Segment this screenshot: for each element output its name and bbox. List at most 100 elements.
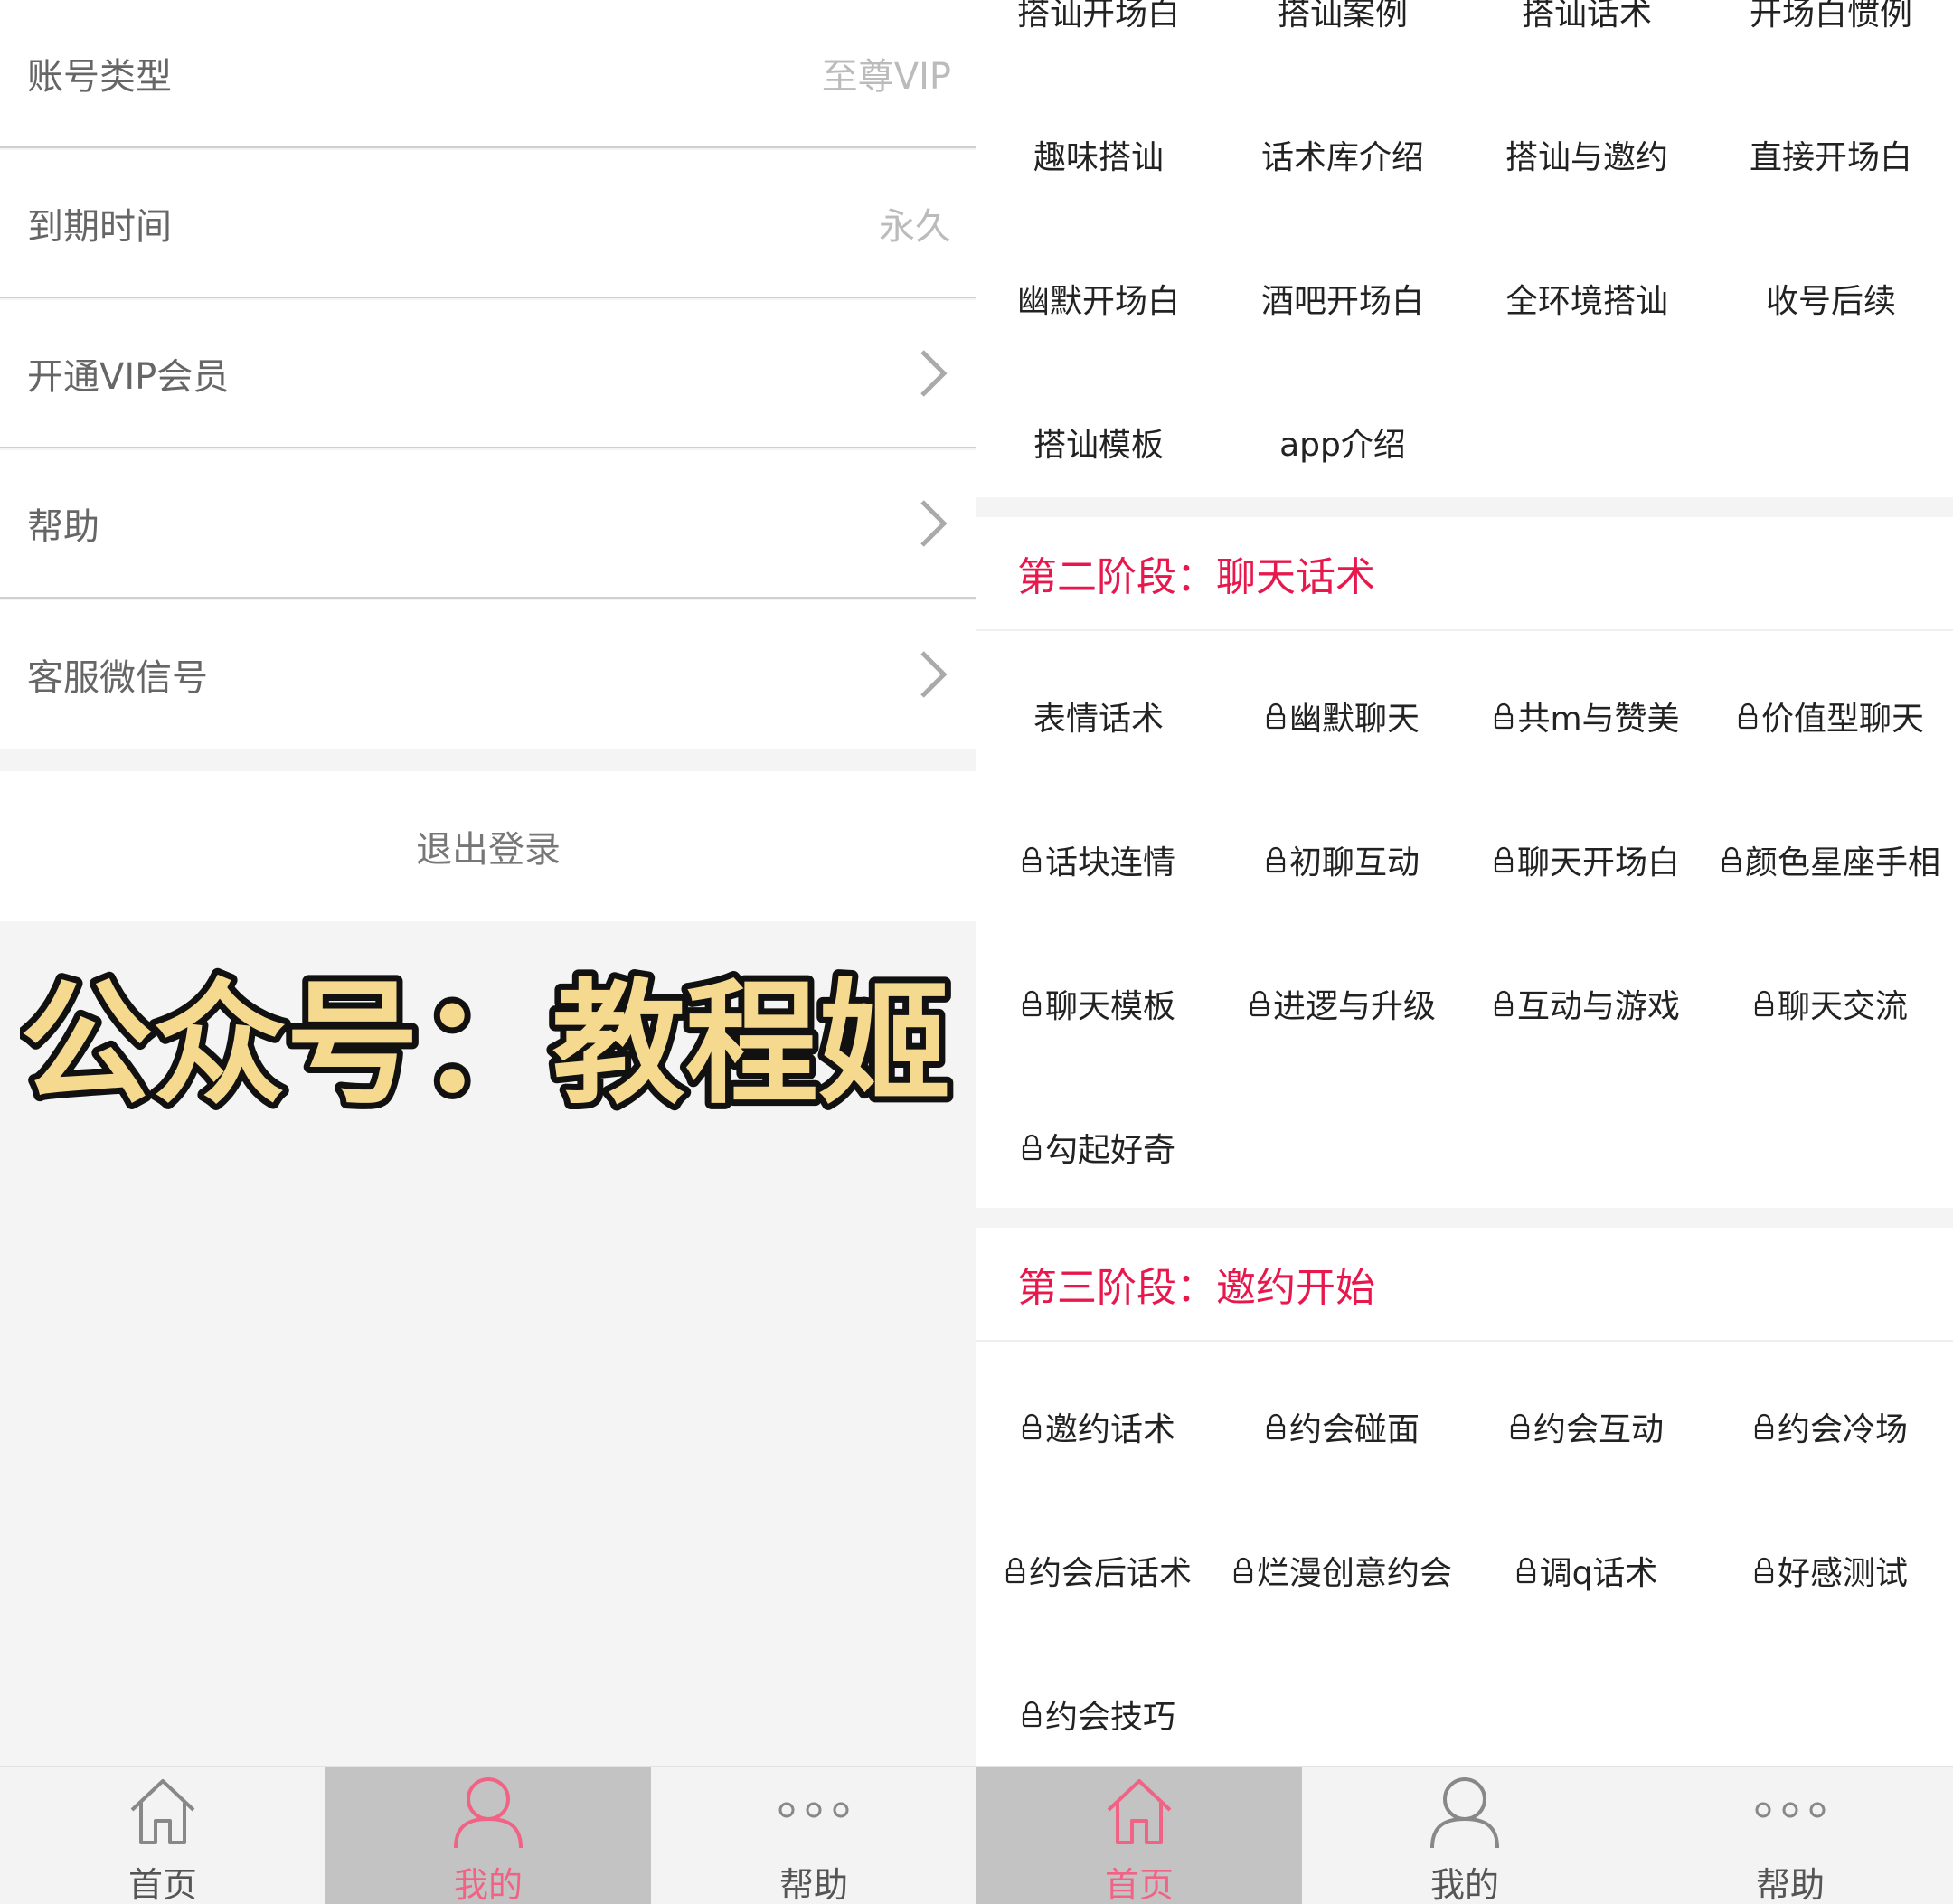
course-item-label: 聊天交流 (1777, 987, 1908, 1025)
open-vip-row[interactable]: 开通VIP会员 (0, 300, 976, 448)
expiry-value: 永久 (879, 206, 951, 248)
course-item-label: 话块连情 (1044, 844, 1175, 881)
course-item-label: 开场白惯例 (1749, 0, 1912, 33)
course-item[interactable]: 搭讪与邀约 (1465, 82, 1709, 226)
course-item-label: 互动与游戏 (1516, 987, 1680, 1025)
course-item[interactable]: 价值型聊天 (1709, 644, 1953, 787)
tab-help[interactable]: 帮助 (651, 1767, 976, 1904)
course-item[interactable]: 全环境搭讪 (1465, 226, 1709, 370)
lock-icon (1738, 702, 1758, 729)
course-item-label: 话术库介绍 (1260, 138, 1424, 176)
tab-mine[interactable]: 我的 (1302, 1767, 1628, 1904)
lock-icon (1233, 1557, 1253, 1583)
tab-mine[interactable]: 我的 (326, 1767, 651, 1904)
course-item[interactable]: 话块连情 (976, 787, 1221, 931)
course-item-label: 搭讪与邀约 (1505, 138, 1668, 176)
watermark-text: 公众号：教程姬 (20, 966, 951, 1119)
course-item-label: 勾起好奇 (1044, 1131, 1175, 1169)
course-item[interactable]: 约会冷场 (1709, 1354, 1953, 1498)
section-divider (976, 497, 1953, 517)
support-wechat-row[interactable]: 客服微信号 (0, 600, 976, 749)
lock-icon (1022, 1134, 1042, 1160)
tab-bar: 首页 我的 帮助 (976, 1766, 1953, 1904)
course-item-label: 收号后续 (1765, 282, 1896, 320)
course-item[interactable]: 幽默开场白 (976, 226, 1221, 370)
course-item-label: 搭讪话术 (1521, 0, 1652, 33)
course-item[interactable]: 搭讪模板 (976, 370, 1221, 514)
course-item[interactable]: app介绍 (1221, 370, 1465, 514)
course-item-label: 酒吧开场白 (1260, 282, 1424, 320)
course-item[interactable]: 聊天交流 (1709, 931, 1953, 1075)
course-item[interactable]: 约会后话术 (976, 1498, 1221, 1642)
tab-mine-label: 我的 (453, 1865, 523, 1904)
course-item[interactable]: 共m与赞美 (1465, 644, 1709, 787)
course-item[interactable]: 收号后续 (1709, 226, 1953, 370)
course-item[interactable]: 直接开场白 (1709, 82, 1953, 226)
course-item[interactable]: 勾起好奇 (976, 1075, 1221, 1219)
lock-icon (1516, 1557, 1535, 1583)
course-item[interactable]: 约会技巧 (976, 1642, 1221, 1786)
course-item[interactable]: 初聊互动 (1221, 787, 1465, 931)
stage3-header: 第三阶段：邀约开始 (976, 1228, 1953, 1342)
course-item[interactable]: 烂漫创意约会 (1221, 1498, 1465, 1642)
tab-help[interactable]: 帮助 (1628, 1767, 1953, 1904)
home-screen: 搭讪开场白 搭讪案例 搭讪话术 开场白惯例趣味搭讪 话术库介绍 搭讪与邀约 直接开场白幽默开… (976, 0, 1953, 1904)
course-item[interactable]: 好感测试 (1709, 1498, 1953, 1642)
course-item[interactable]: 酒吧开场白 (1221, 226, 1465, 370)
stage2-grid: 表情话术 幽默聊天 共m与赞美 价值型聊天话块连情 初聊互动 聊天开场白 颜色星座手相聊天模… (976, 644, 1953, 1208)
lock-icon (1266, 702, 1286, 729)
tab-home-label: 首页 (127, 1865, 197, 1904)
account-type-row: 账号类型 至尊VIP (0, 0, 976, 148)
course-item[interactable]: 话术库介绍 (1221, 82, 1465, 226)
stage1-grid: 搭讪开场白 搭讪案例 搭讪话术 开场白惯例趣味搭讪 话术库介绍 搭讪与邀约 直接开场白幽默开… (976, 0, 1953, 497)
more-dots-icon (778, 1802, 849, 1818)
course-item[interactable]: 聊天模板 (976, 931, 1221, 1075)
course-item-label: 约会后话术 (1028, 1554, 1192, 1592)
course-item[interactable]: 开场白惯例 (1709, 0, 1953, 82)
course-item[interactable]: 表情话术 (976, 644, 1221, 787)
course-item[interactable]: 约会碰面 (1221, 1354, 1465, 1498)
profile-screen: 账号类型 至尊VIP 到期时间 永久 开通VIP会员 帮助 客服微信号 退出登录… (0, 0, 976, 1904)
course-item[interactable]: 邀约话术 (976, 1354, 1221, 1498)
lock-icon (1510, 1413, 1530, 1439)
logout-button[interactable]: 退出登录 (0, 771, 976, 921)
course-item[interactable]: 搭讪话术 (1465, 0, 1709, 82)
open-vip-label: 开通VIP会员 (27, 356, 230, 398)
lock-icon (1754, 990, 1774, 1016)
course-item[interactable]: 约会互动 (1465, 1354, 1709, 1498)
course-item-label: 调q话术 (1539, 1554, 1658, 1592)
lock-icon (1266, 1413, 1286, 1439)
lock-icon (1005, 1557, 1025, 1583)
lock-icon (1754, 1557, 1774, 1583)
chevron-right-icon (920, 350, 948, 397)
course-item[interactable]: 聊天开场白 (1465, 787, 1709, 931)
lock-icon (1022, 990, 1042, 1016)
course-item[interactable]: 颜色星座手相 (1709, 787, 1953, 931)
course-item[interactable]: 进逻与升级 (1221, 931, 1465, 1075)
stage2-title: 第二阶段：聊天话术 (1017, 554, 1375, 600)
course-item[interactable]: 幽默聊天 (1221, 644, 1465, 787)
home-icon (1107, 1779, 1172, 1844)
section-divider (976, 1208, 1953, 1228)
course-item[interactable]: 互动与游戏 (1465, 931, 1709, 1075)
course-item-label: 进逻与升级 (1272, 987, 1436, 1025)
course-item-label: 约会碰面 (1288, 1410, 1420, 1448)
course-item[interactable]: 搭讪开场白 (976, 0, 1221, 82)
course-item-label: 颜色星座手相 (1744, 844, 1940, 881)
course-item-label: 价值型聊天 (1760, 700, 1924, 738)
stage3-title: 第三阶段：邀约开始 (1017, 1265, 1375, 1311)
course-item-label: 直接开场白 (1749, 138, 1912, 176)
course-item[interactable]: 趣味搭讪 (976, 82, 1221, 226)
user-icon (1430, 1777, 1499, 1849)
logout-label: 退出登录 (416, 829, 561, 871)
support-wechat-label: 客服微信号 (27, 657, 208, 699)
home-icon (130, 1779, 195, 1844)
help-row[interactable]: 帮助 (0, 450, 976, 599)
course-item-label: app介绍 (1279, 426, 1406, 464)
tab-home[interactable]: 首页 (976, 1767, 1302, 1904)
course-item-label: 初聊互动 (1288, 844, 1420, 881)
tab-home[interactable]: 首页 (0, 1767, 326, 1904)
course-item-label: 趣味搭讪 (1033, 138, 1164, 176)
course-item[interactable]: 调q话术 (1465, 1498, 1709, 1642)
course-item[interactable]: 搭讪案例 (1221, 0, 1465, 82)
